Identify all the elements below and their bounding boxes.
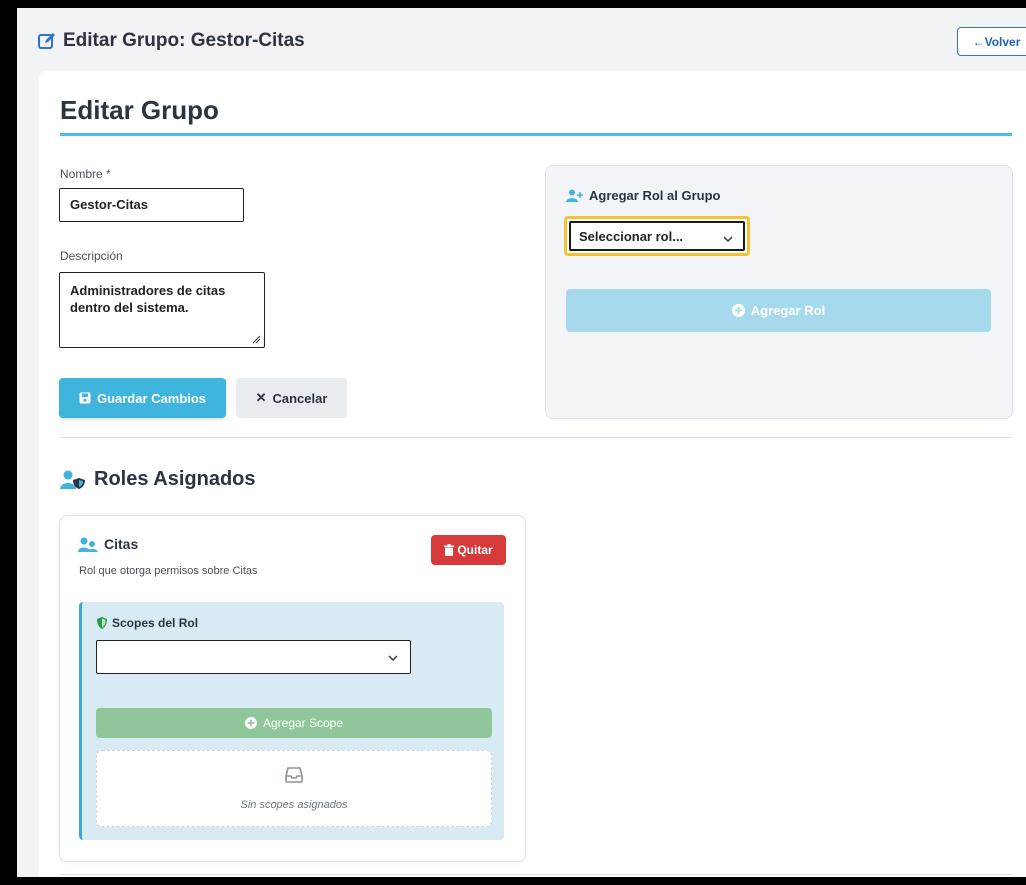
add-scope-label: Agregar Scope: [262, 716, 344, 730]
cancel-button[interactable]: ✕ Cancelar: [236, 378, 347, 418]
role-select-box: Seleccionar rol...: [569, 221, 745, 251]
page-title: Editar Grupo: Gestor-Citas: [63, 30, 305, 51]
remove-role-button[interactable]: Quitar: [431, 535, 506, 565]
scopes-title-text: Scopes del Rol: [112, 616, 199, 630]
plus-circle-icon: [244, 717, 257, 729]
scope-select[interactable]: [96, 640, 411, 674]
chevron-down-icon: [388, 655, 398, 661]
edit-group-card: Editar Grupo Nombre * Gestor-Citas Descr…: [39, 71, 1026, 877]
add-role-button[interactable]: Agregar Rol: [566, 289, 991, 332]
role-description: Rol que otorga permisos sobre Citas: [79, 565, 258, 577]
floppy-disk-icon: [79, 392, 91, 404]
section-divider: [60, 437, 1012, 438]
add-role-title-text: Agregar Rol al Grupo: [589, 188, 721, 203]
role-select-value: Seleccionar rol...: [579, 228, 684, 244]
add-role-title: Agregar Rol al Grupo: [566, 188, 720, 203]
role-name-text: Citas: [104, 536, 139, 552]
empty-scopes-box: Sin scopes asignados: [96, 750, 492, 827]
card-title: Editar Grupo: [60, 95, 219, 125]
users-shield-icon: [60, 470, 85, 489]
resize-grip-icon[interactable]: [252, 335, 261, 344]
role-card: Citas Rol que otorga permisos sobre Cita…: [59, 515, 526, 862]
assigned-roles-title: Roles Asignados: [60, 468, 256, 491]
cancel-button-label: Cancelar: [272, 390, 328, 406]
title-underline: [60, 133, 1012, 136]
save-button-label: Guardar Cambios: [96, 390, 207, 406]
description-label: Descripción: [60, 249, 123, 263]
role-select[interactable]: Seleccionar rol...: [564, 216, 750, 256]
user-plus-icon: [566, 189, 583, 202]
assigned-roles-title-text: Roles Asignados: [94, 468, 256, 490]
app-frame: Editar Grupo: Gestor-Citas ←Volver Edita…: [17, 8, 1026, 877]
scopes-title: Scopes del Rol: [97, 616, 198, 630]
empty-scopes-text: Sin scopes asignados: [240, 799, 348, 811]
top-bar: Editar Grupo: Gestor-Citas ←Volver: [17, 8, 1026, 70]
back-button[interactable]: ←Volver: [957, 27, 1026, 56]
save-button[interactable]: Guardar Cambios: [59, 378, 226, 418]
trash-icon: [444, 544, 455, 556]
plus-circle-icon: [731, 304, 745, 317]
description-text: Administradores de citas dentro del sist…: [70, 283, 226, 315]
add-role-button-label: Agregar Rol: [750, 303, 826, 318]
inbox-icon: [285, 767, 303, 783]
chevron-down-icon: [723, 236, 733, 242]
page-header: Editar Grupo: Gestor-Citas: [37, 30, 305, 52]
users-icon: [78, 537, 98, 552]
name-input[interactable]: Gestor-Citas: [59, 188, 244, 222]
add-role-panel: Agregar Rol al Grupo Seleccionar rol... …: [545, 165, 1013, 419]
shield-icon: [97, 617, 107, 629]
edit-square-icon: [38, 33, 55, 49]
description-textarea[interactable]: Administradores de citas dentro del sist…: [59, 272, 265, 348]
scopes-panel: Scopes del Rol Agregar Scope Sin scopes …: [79, 602, 504, 840]
x-icon: ✕: [255, 390, 267, 405]
role-name: Citas: [78, 536, 138, 552]
remove-role-label: Quitar: [457, 543, 493, 557]
bottom-divider: [60, 874, 1012, 875]
name-label: Nombre *: [60, 167, 111, 181]
add-scope-button[interactable]: Agregar Scope: [96, 708, 492, 738]
